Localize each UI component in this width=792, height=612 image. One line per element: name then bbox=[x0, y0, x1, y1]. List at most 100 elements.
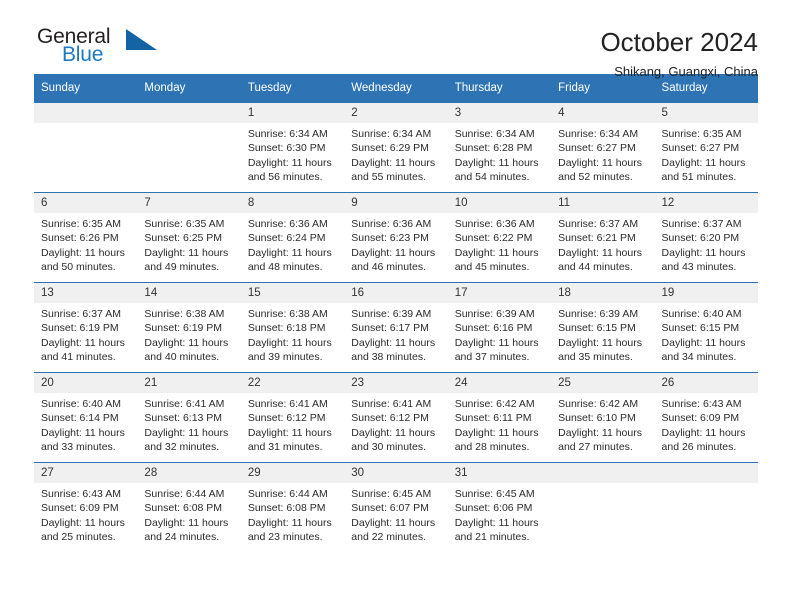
day-details: Sunrise: 6:40 AM Sunset: 6:14 PM Daylight:… bbox=[34, 393, 137, 455]
calendar-day-cell[interactable]: 26 Sunrise: 6:43 AM Sunset: 6:09 PM Dayligh… bbox=[654, 372, 758, 463]
day-number: 30 bbox=[344, 463, 448, 483]
daylight-text-line2: and 37 minutes. bbox=[454, 351, 530, 364]
calendar-day-cell[interactable]: 18 Sunrise: 6:39 AM Sunset: 6:15 PM Dayligh… bbox=[551, 282, 655, 373]
weekday-header-monday: Monday bbox=[137, 74, 241, 103]
calendar-day-cell[interactable]: 7 Sunrise: 6:35 AM Sunset: 6:25 PM Daylight… bbox=[137, 192, 241, 283]
calendar-day-cell[interactable]: 19 Sunrise: 6:40 AM Sunset: 6:15 PM Dayligh… bbox=[654, 282, 758, 373]
sunrise-text: Sunrise: 6:42 AM bbox=[558, 398, 639, 410]
daylight-text-line1: Daylight: 11 hours bbox=[351, 246, 436, 259]
calendar-day-cell[interactable]: 11 Sunrise: 6:37 AM Sunset: 6:21 PM Dayligh… bbox=[551, 192, 655, 283]
daylight-text-line2: and 34 minutes. bbox=[661, 351, 737, 364]
daylight-text-line1: Daylight: 11 hours bbox=[558, 426, 642, 439]
sunset-text: Sunset: 6:07 PM bbox=[351, 502, 429, 515]
sunset-text: Sunset: 6:27 PM bbox=[661, 142, 740, 155]
day-number: 24 bbox=[447, 373, 552, 393]
sunrise-text: Sunrise: 6:36 AM bbox=[454, 218, 535, 230]
day-details: Sunrise: 6:37 AM Sunset: 6:20 PM Daylight:… bbox=[655, 213, 758, 275]
daylight-text-line1: Daylight: 11 hours bbox=[41, 426, 125, 439]
daylight-text-line1: Daylight: 11 hours bbox=[41, 516, 125, 529]
calendar-day-cell[interactable]: 3 Sunrise: 6:34 AM Sunset: 6:28 PM Daylight… bbox=[447, 102, 552, 193]
day-number: 31 bbox=[447, 463, 552, 483]
calendar-day-cell[interactable]: 15 Sunrise: 6:38 AM Sunset: 6:18 PM Dayligh… bbox=[240, 282, 345, 373]
calendar-day-cell[interactable]: 30 Sunrise: 6:45 AM Sunset: 6:07 PM Dayligh… bbox=[344, 462, 448, 552]
calendar-day-cell[interactable]: 20 Sunrise: 6:40 AM Sunset: 6:14 PM Dayligh… bbox=[34, 372, 138, 463]
triangle-icon bbox=[126, 29, 157, 50]
daylight-text-line2: and 41 minutes. bbox=[41, 351, 116, 364]
sunset-text: Sunset: 6:22 PM bbox=[454, 232, 533, 245]
day-details: Sunrise: 6:39 AM Sunset: 6:17 PM Daylight:… bbox=[344, 303, 447, 365]
calendar-day-cell[interactable]: 5 Sunrise: 6:35 AM Sunset: 6:27 PM Daylight… bbox=[654, 102, 758, 193]
day-details: Sunrise: 6:42 AM Sunset: 6:11 PM Daylight:… bbox=[448, 393, 551, 455]
daylight-text-line1: Daylight: 11 hours bbox=[144, 426, 229, 439]
calendar-day-cell[interactable]: 8 Sunrise: 6:36 AM Sunset: 6:24 PM Daylight… bbox=[240, 192, 345, 283]
daylight-text-line1: Daylight: 11 hours bbox=[144, 336, 229, 349]
calendar-day-cell[interactable]: 4 Sunrise: 6:34 AM Sunset: 6:27 PM Daylight… bbox=[551, 102, 655, 193]
daylight-text-line2: and 33 minutes. bbox=[41, 441, 116, 454]
daylight-text-line1: Daylight: 11 hours bbox=[247, 156, 332, 169]
day-details: Sunrise: 6:36 AM Sunset: 6:22 PM Daylight:… bbox=[448, 213, 551, 275]
day-number: 18 bbox=[551, 283, 655, 303]
day-number: 4 bbox=[551, 103, 655, 123]
day-number: 2 bbox=[344, 103, 448, 123]
day-number: 7 bbox=[137, 193, 241, 213]
day-details: Sunrise: 6:34 AM Sunset: 6:29 PM Daylight:… bbox=[344, 123, 447, 185]
calendar-day-cell[interactable]: 1 Sunrise: 6:34 AM Sunset: 6:30 PM Daylight… bbox=[240, 102, 345, 193]
calendar-day-cell[interactable]: 17 Sunrise: 6:39 AM Sunset: 6:16 PM Dayligh… bbox=[447, 282, 552, 373]
calendar-day-cell[interactable]: 16 Sunrise: 6:39 AM Sunset: 6:17 PM Dayligh… bbox=[344, 282, 448, 373]
day-details: Sunrise: 6:34 AM Sunset: 6:27 PM Daylight:… bbox=[551, 123, 654, 185]
sunset-text: Sunset: 6:19 PM bbox=[41, 322, 119, 335]
sunrise-text: Sunrise: 6:37 AM bbox=[41, 308, 121, 320]
calendar-day-cell[interactable]: 24 Sunrise: 6:42 AM Sunset: 6:11 PM Dayligh… bbox=[447, 372, 552, 463]
daylight-text-line2: and 31 minutes. bbox=[247, 441, 323, 454]
calendar-day-cell[interactable]: 14 Sunrise: 6:38 AM Sunset: 6:19 PM Dayligh… bbox=[137, 282, 241, 373]
sunset-text: Sunset: 6:20 PM bbox=[661, 232, 740, 245]
calendar-day-cell[interactable]: 25 Sunrise: 6:42 AM Sunset: 6:10 PM Dayligh… bbox=[551, 372, 655, 463]
calendar-day-cell[interactable]: 10 Sunrise: 6:36 AM Sunset: 6:22 PM Dayligh… bbox=[447, 192, 552, 283]
day-number: 28 bbox=[137, 463, 241, 483]
calendar-day-cell[interactable]: 31 Sunrise: 6:45 AM Sunset: 6:06 PM Dayligh… bbox=[447, 462, 552, 552]
daylight-text-line1: Daylight: 11 hours bbox=[247, 516, 332, 529]
daylight-text-line2: and 54 minutes. bbox=[454, 171, 530, 184]
calendar-day-cell[interactable]: 12 Sunrise: 6:37 AM Sunset: 6:20 PM Dayligh… bbox=[654, 192, 758, 283]
calendar-day-cell[interactable]: 9 Sunrise: 6:36 AM Sunset: 6:23 PM Daylight… bbox=[344, 192, 448, 283]
day-number: 10 bbox=[447, 193, 552, 213]
day-number: 6 bbox=[34, 193, 138, 213]
sunset-text: Sunset: 6:15 PM bbox=[661, 322, 740, 335]
sunset-text: Sunset: 6:21 PM bbox=[558, 232, 636, 245]
calendar-week-row: 13 Sunrise: 6:37 AM Sunset: 6:19 PM Dayligh… bbox=[34, 282, 758, 373]
weekday-header-thursday: Thursday bbox=[447, 74, 552, 103]
day-number: 29 bbox=[240, 463, 345, 483]
calendar-day-cell-empty bbox=[34, 102, 138, 193]
day-number: 14 bbox=[137, 283, 241, 303]
calendar-day-cell[interactable]: 21 Sunrise: 6:41 AM Sunset: 6:13 PM Dayligh… bbox=[137, 372, 241, 463]
sunrise-text: Sunrise: 6:38 AM bbox=[247, 308, 328, 320]
day-number: 3 bbox=[447, 103, 552, 123]
calendar-day-cell-empty bbox=[137, 102, 241, 193]
calendar-day-cell[interactable]: 27 Sunrise: 6:43 AM Sunset: 6:09 PM Dayligh… bbox=[34, 462, 138, 552]
day-details: Sunrise: 6:45 AM Sunset: 6:06 PM Daylight:… bbox=[448, 483, 551, 545]
calendar-week-row: 6 Sunrise: 6:35 AM Sunset: 6:26 PM Daylight… bbox=[34, 192, 758, 283]
sunrise-text: Sunrise: 6:34 AM bbox=[247, 128, 328, 140]
day-details: Sunrise: 6:41 AM Sunset: 6:12 PM Daylight:… bbox=[344, 393, 447, 455]
day-number: 9 bbox=[344, 193, 448, 213]
sunset-text: Sunset: 6:27 PM bbox=[558, 142, 636, 155]
daylight-text-line2: and 45 minutes. bbox=[454, 261, 530, 274]
daylight-text-line2: and 30 minutes. bbox=[351, 441, 426, 454]
sunrise-text: Sunrise: 6:39 AM bbox=[454, 308, 535, 320]
calendar-day-cell[interactable]: 13 Sunrise: 6:37 AM Sunset: 6:19 PM Dayligh… bbox=[34, 282, 138, 373]
calendar-day-cell[interactable]: 6 Sunrise: 6:35 AM Sunset: 6:26 PM Daylight… bbox=[34, 192, 138, 283]
daylight-text-line1: Daylight: 11 hours bbox=[351, 156, 436, 169]
daylight-text-line1: Daylight: 11 hours bbox=[247, 426, 332, 439]
calendar-day-cell[interactable]: 23 Sunrise: 6:41 AM Sunset: 6:12 PM Dayligh… bbox=[344, 372, 448, 463]
daylight-text-line1: Daylight: 11 hours bbox=[661, 246, 746, 259]
day-number: 23 bbox=[344, 373, 448, 393]
calendar-day-cell[interactable]: 22 Sunrise: 6:41 AM Sunset: 6:12 PM Dayligh… bbox=[240, 372, 345, 463]
calendar-day-cell[interactable]: 2 Sunrise: 6:34 AM Sunset: 6:29 PM Daylight… bbox=[344, 102, 448, 193]
general-blue-logo[interactable]: General Blue bbox=[34, 26, 164, 72]
calendar-day-cell[interactable]: 28 Sunrise: 6:44 AM Sunset: 6:08 PM Dayligh… bbox=[137, 462, 241, 552]
daylight-text-line1: Daylight: 11 hours bbox=[41, 336, 125, 349]
day-details: Sunrise: 6:37 AM Sunset: 6:21 PM Daylight:… bbox=[551, 213, 654, 275]
calendar-day-cell[interactable]: 29 Sunrise: 6:44 AM Sunset: 6:08 PM Dayligh… bbox=[240, 462, 345, 552]
day-details: Sunrise: 6:34 AM Sunset: 6:28 PM Daylight:… bbox=[448, 123, 551, 185]
logo-text-blue: Blue bbox=[62, 43, 104, 66]
